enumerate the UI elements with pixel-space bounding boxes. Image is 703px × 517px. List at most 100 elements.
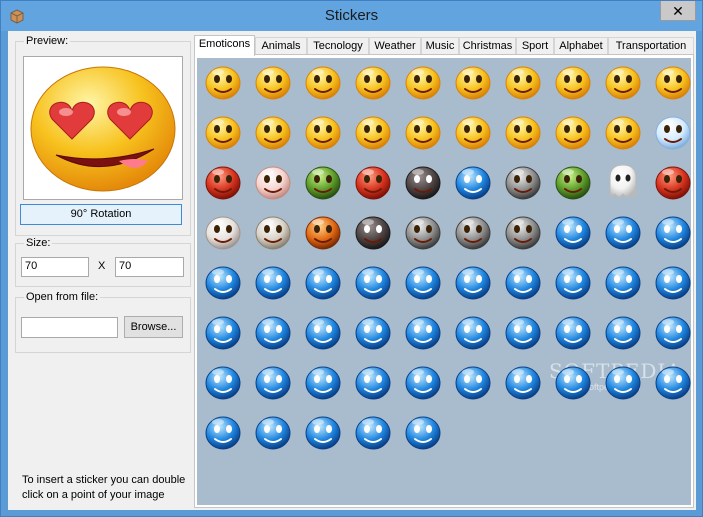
blue-sad-face-icon[interactable]	[503, 262, 543, 302]
blue-calm-face-icon[interactable]	[453, 362, 493, 402]
blue-sleepy-face-icon[interactable]	[503, 362, 543, 402]
tab-transportation[interactable]: Transportation	[608, 37, 694, 55]
width-input[interactable]: 70	[21, 257, 89, 277]
blue-bored-face-icon[interactable]	[403, 412, 443, 452]
blue-squint-face-icon[interactable]	[503, 312, 543, 352]
blue-grin-face-icon[interactable]	[553, 212, 593, 252]
blue-happy-face-icon[interactable]	[303, 312, 343, 352]
close-button[interactable]: ✕	[660, 1, 696, 21]
teeth-grin-face-icon[interactable]	[553, 112, 593, 152]
blue-angry-face-icon[interactable]	[303, 262, 343, 302]
blue-shout-face-icon[interactable]	[353, 312, 393, 352]
blue-grimace-face-icon[interactable]	[303, 362, 343, 402]
mummy-face-icon[interactable]	[253, 212, 293, 252]
blue-wide-eyes-face-icon[interactable]	[403, 312, 443, 352]
blue-pout-face-icon[interactable]	[253, 412, 293, 452]
angel-face-icon[interactable]	[653, 112, 693, 152]
ghost-icon[interactable]	[603, 162, 643, 202]
browse-button[interactable]: Browse...	[124, 316, 183, 338]
tab-alphabet[interactable]: Alphabet	[554, 37, 608, 55]
vampire-face-icon[interactable]	[403, 162, 443, 202]
shy-face-icon[interactable]	[253, 112, 293, 152]
skull-bandage-face-icon[interactable]	[253, 162, 293, 202]
stickers-window: Stickers ✕ Preview: 90° Rotation Size: 7…	[0, 0, 703, 517]
tab-emoticons[interactable]: Emoticons	[194, 35, 255, 56]
blushing-face-icon[interactable]	[203, 112, 243, 152]
preview-image	[23, 56, 183, 200]
height-input[interactable]: 70	[115, 257, 184, 277]
sunglasses-face-icon[interactable]	[253, 62, 293, 102]
tab-christmas[interactable]: Christmas	[459, 37, 516, 55]
red-monster-face-icon[interactable]	[653, 162, 693, 202]
preview-group: Preview: 90° Rotation	[15, 35, 191, 236]
file-path-input[interactable]	[21, 317, 118, 338]
category-tabs: Emoticons Animals Tecnology Weather Musi…	[194, 35, 696, 56]
blue-worried-face-icon[interactable]	[253, 262, 293, 302]
tab-music[interactable]: Music	[421, 37, 459, 55]
rotation-button[interactable]: 90° Rotation	[20, 204, 182, 225]
angry-face-icon[interactable]	[503, 112, 543, 152]
tab-tecnology[interactable]: Tecnology	[307, 37, 369, 55]
blue-sunglasses-face-icon[interactable]	[303, 412, 343, 452]
zombie-face-icon[interactable]	[403, 212, 443, 252]
grinning-face-icon[interactable]	[403, 62, 443, 102]
blue-surprised-face-icon[interactable]	[603, 312, 643, 352]
blue-smile-face-icon[interactable]	[203, 312, 243, 352]
embarrassed-face-icon[interactable]	[303, 112, 343, 152]
blue-big-grin-face-icon[interactable]	[453, 262, 493, 302]
blue-startled-face-icon[interactable]	[203, 362, 243, 402]
skull-face-icon[interactable]	[453, 212, 493, 252]
laughing-face-icon[interactable]	[553, 62, 593, 102]
tab-sport[interactable]: Sport	[516, 37, 554, 55]
window-title: Stickers	[324, 7, 379, 24]
blue-goggle-eyes-face-icon[interactable]	[403, 362, 443, 402]
blue-chatter-face-icon[interactable]	[653, 362, 693, 402]
blue-teeth-face-icon[interactable]	[603, 212, 643, 252]
witch-face-icon[interactable]	[303, 162, 343, 202]
red-devil-face-icon[interactable]	[353, 162, 393, 202]
alien-face-icon[interactable]	[503, 212, 543, 252]
blue-smirk-face-icon[interactable]	[553, 262, 593, 302]
sticker-grid: SOFTPEDIA www.softpedia.com	[197, 58, 691, 505]
cool-glasses-face-icon[interactable]	[603, 62, 643, 102]
blue-toothy-face-icon[interactable]	[653, 262, 693, 302]
cyclops-face-icon[interactable]	[453, 162, 493, 202]
blue-shock-face-icon[interactable]	[603, 262, 643, 302]
blue-sigh-face-icon[interactable]	[203, 412, 243, 452]
blue-laugh-face-icon[interactable]	[353, 262, 393, 302]
hockey-mask-face-icon[interactable]	[203, 212, 243, 252]
blue-cheeky-face-icon[interactable]	[553, 362, 593, 402]
blue-nervous-face-icon[interactable]	[253, 312, 293, 352]
blue-grumpy-face-icon[interactable]	[453, 312, 493, 352]
emoticons-tab-panel: SOFTPEDIA www.softpedia.com	[194, 54, 694, 508]
blue-tongue-face-icon[interactable]	[353, 412, 393, 452]
gray-cat-face-icon[interactable]	[503, 162, 543, 202]
pumpkin-face-icon[interactable]	[303, 212, 343, 252]
blue-evil-face-icon[interactable]	[603, 362, 643, 402]
dark-glowing-eyes-face-icon[interactable]	[353, 212, 393, 252]
blue-frown-face-icon[interactable]	[203, 262, 243, 302]
devil-face-icon[interactable]	[203, 162, 243, 202]
preview-heart-eyes-face-icon	[30, 66, 176, 192]
sick-face-icon[interactable]	[353, 112, 393, 152]
heart-eyes-face-icon[interactable]	[203, 62, 243, 102]
blue-mad-face-icon[interactable]	[653, 312, 693, 352]
size-label: Size:	[24, 237, 53, 249]
winking-face-icon[interactable]	[503, 62, 543, 102]
big-smile-face-icon[interactable]	[453, 62, 493, 102]
nerd-glasses-face-icon[interactable]	[653, 62, 693, 102]
blue-star-eyes-face-icon[interactable]	[353, 362, 393, 402]
suspicious-face-icon[interactable]	[453, 112, 493, 152]
smiling-face-icon[interactable]	[353, 62, 393, 102]
sleepy-face-icon[interactable]	[403, 112, 443, 152]
blue-content-face-icon[interactable]	[253, 362, 293, 402]
blue-hearts-face-icon[interactable]	[403, 262, 443, 302]
crying-face-icon[interactable]	[303, 62, 343, 102]
blue-giggle-face-icon[interactable]	[553, 312, 593, 352]
blue-scream-face-icon[interactable]	[653, 212, 693, 252]
tab-animals[interactable]: Animals	[255, 37, 307, 55]
frankenstein-face-icon[interactable]	[553, 162, 593, 202]
goofy-glasses-face-icon[interactable]	[603, 112, 643, 152]
tab-weather[interactable]: Weather	[369, 37, 421, 55]
title-bar[interactable]: Stickers ✕	[1, 1, 702, 31]
